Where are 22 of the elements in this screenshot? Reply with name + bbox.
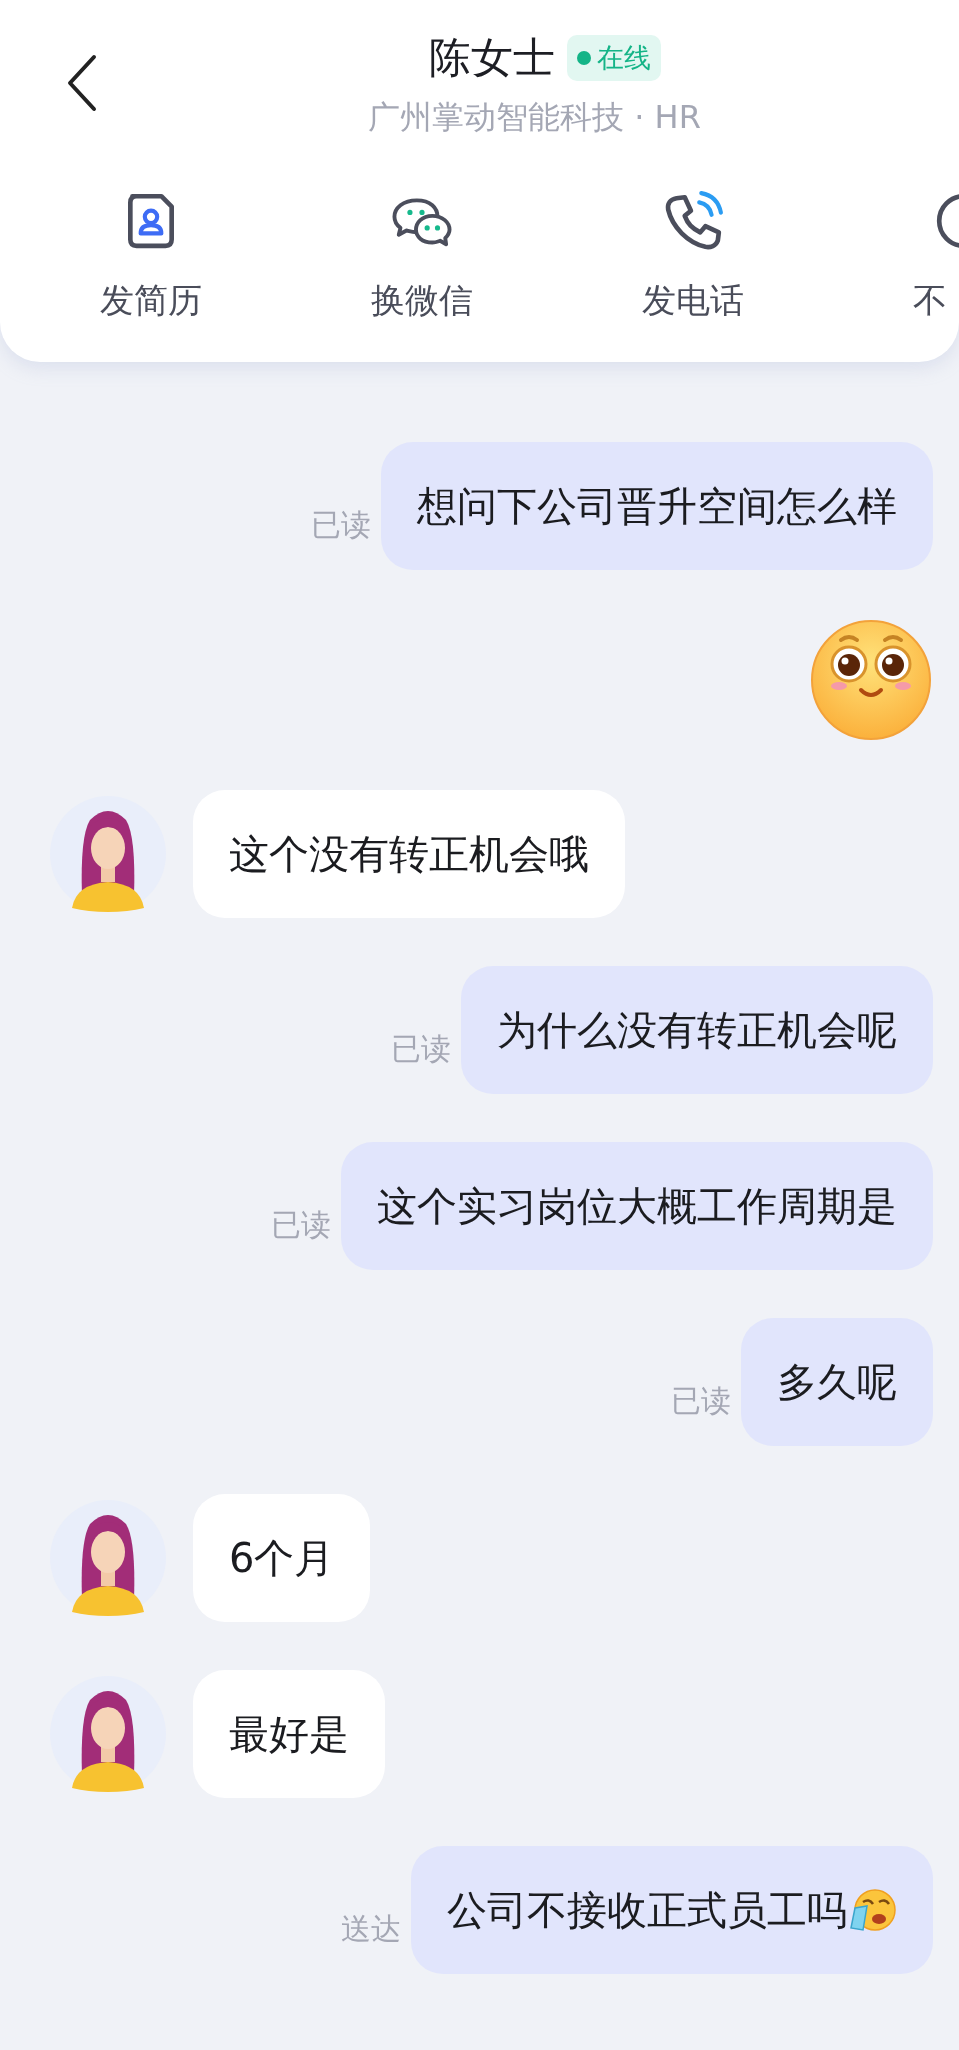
message-bubble: 这个实习岗位大概工作周期是 — [341, 1142, 933, 1270]
message-status: 已读 — [271, 1206, 331, 1244]
message-status: 送达 — [341, 1910, 401, 1948]
message-status: 已读 — [391, 1030, 451, 1068]
online-badge: 在线 — [566, 35, 661, 81]
action-label[interactable]: 发电话 — [641, 278, 744, 324]
message-bubble: 最好是 — [193, 1670, 385, 1798]
back-icon[interactable] — [66, 54, 98, 112]
message-bubble: 想问下公司晋升空间怎么样 — [381, 442, 933, 570]
action-label[interactable]: 发简历 — [99, 278, 202, 324]
message-bubble: 6个月 — [193, 1494, 371, 1622]
message-bubble: 为什么没有转正机会呢 — [461, 966, 933, 1094]
contact-name: 陈女士 — [428, 32, 555, 84]
message-status: 已读 — [311, 506, 371, 544]
action-label[interactable]: 不 — [912, 278, 959, 324]
message-bubble: 这个没有转正机会哦 — [193, 790, 625, 918]
crying-face-icon — [849, 1886, 897, 1934]
message-status: 已读 — [671, 1382, 731, 1420]
action-label[interactable]: 换微信 — [370, 278, 473, 324]
company-subtitle: 广州掌动智能科技 · HR — [368, 97, 701, 138]
message-bubble: 公司不接收正式员工吗 — [411, 1846, 933, 1974]
message-bubble: 多久呢 — [741, 1318, 933, 1446]
